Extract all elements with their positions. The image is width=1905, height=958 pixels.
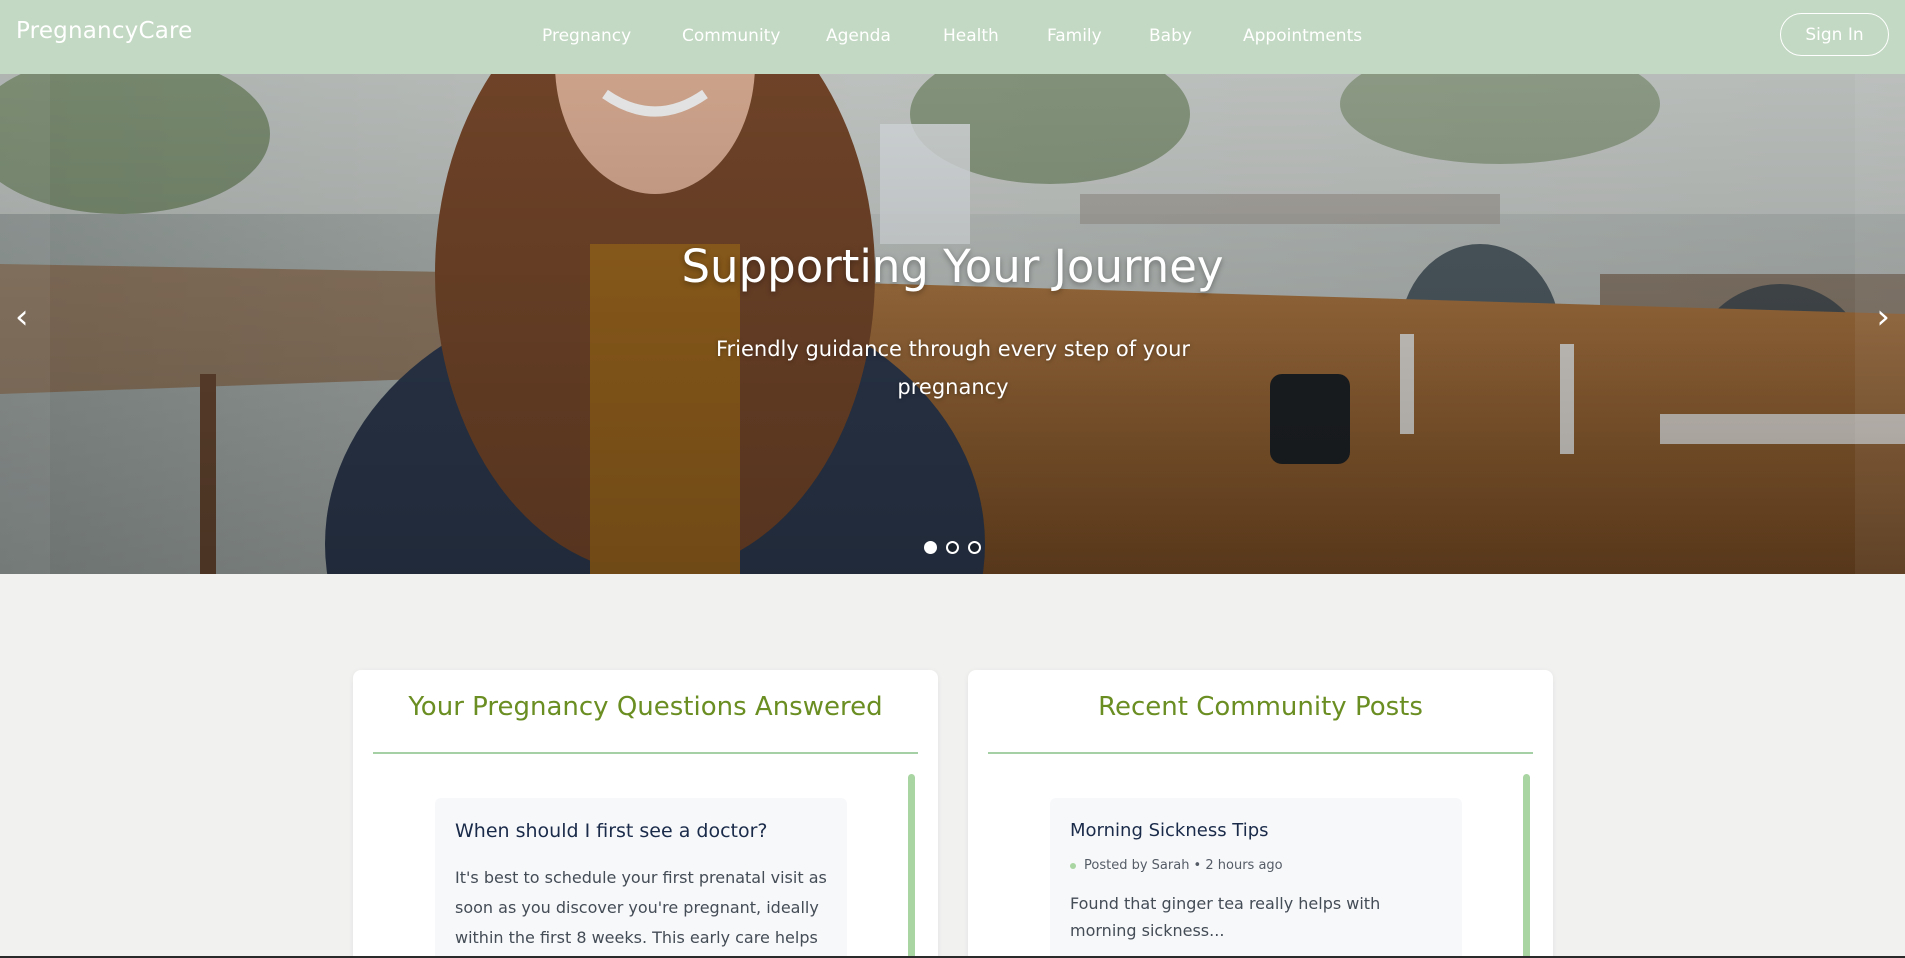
- community-card: Recent Community Posts Morning Sickness …: [968, 670, 1553, 958]
- carousel-next-arrow-icon[interactable]: ›: [1876, 300, 1890, 334]
- carousel-dot-2[interactable]: [946, 541, 959, 554]
- carousel-dot-1[interactable]: [924, 541, 937, 554]
- main-nav: Pregnancy Community Agenda Health Family…: [0, 26, 1905, 52]
- post-excerpt: Found that ginger tea really helps with …: [1070, 894, 1381, 940]
- nav-link-family[interactable]: Family: [1047, 26, 1102, 46]
- hero-image: [0, 74, 1905, 574]
- nav-link-pregnancy[interactable]: Pregnancy: [542, 26, 631, 46]
- hero-title: Supporting Your Journey: [681, 240, 1224, 293]
- post-meta-text: Posted by Sarah • 2 hours ago: [1084, 858, 1283, 873]
- card-divider: [988, 752, 1533, 754]
- community-card-title: Recent Community Posts: [1098, 692, 1423, 722]
- post-meta: Posted by Sarah • 2 hours ago: [1070, 858, 1283, 873]
- faq-item[interactable]: When should I first see a doctor? It's b…: [435, 798, 847, 958]
- faq-question[interactable]: When should I first see a doctor?: [455, 820, 768, 842]
- card-divider: [373, 752, 918, 754]
- bullet-dot-icon: [1070, 862, 1076, 869]
- hero-carousel: ‹ › Supporting Your Journey Friendly gui…: [0, 74, 1905, 574]
- nav-link-community[interactable]: Community: [682, 26, 780, 46]
- carousel-dot-3[interactable]: [968, 541, 981, 554]
- community-scrollbar[interactable]: [1523, 774, 1530, 958]
- nav-link-health[interactable]: Health: [943, 26, 999, 46]
- hero-subtitle: Friendly guidance through every step of …: [715, 337, 1191, 399]
- community-post[interactable]: Morning Sickness Tips Posted by Sarah • …: [1050, 798, 1462, 958]
- nav-link-appointments[interactable]: Appointments: [1243, 26, 1362, 46]
- questions-card: Your Pregnancy Questions Answered When s…: [353, 670, 938, 958]
- nav-link-agenda[interactable]: Agenda: [826, 26, 891, 46]
- carousel-prev-arrow-icon[interactable]: ‹: [15, 300, 29, 334]
- questions-card-title: Your Pregnancy Questions Answered: [408, 692, 883, 722]
- sign-in-button[interactable]: Sign In: [1780, 13, 1889, 56]
- top-navbar: PregnancyCare Pregnancy Community Agenda…: [0, 0, 1905, 74]
- nav-link-baby[interactable]: Baby: [1149, 26, 1192, 46]
- post-title[interactable]: Morning Sickness Tips: [1070, 820, 1269, 841]
- faq-answer: It's best to schedule your first prenata…: [455, 868, 827, 947]
- questions-scrollbar[interactable]: [908, 774, 915, 958]
